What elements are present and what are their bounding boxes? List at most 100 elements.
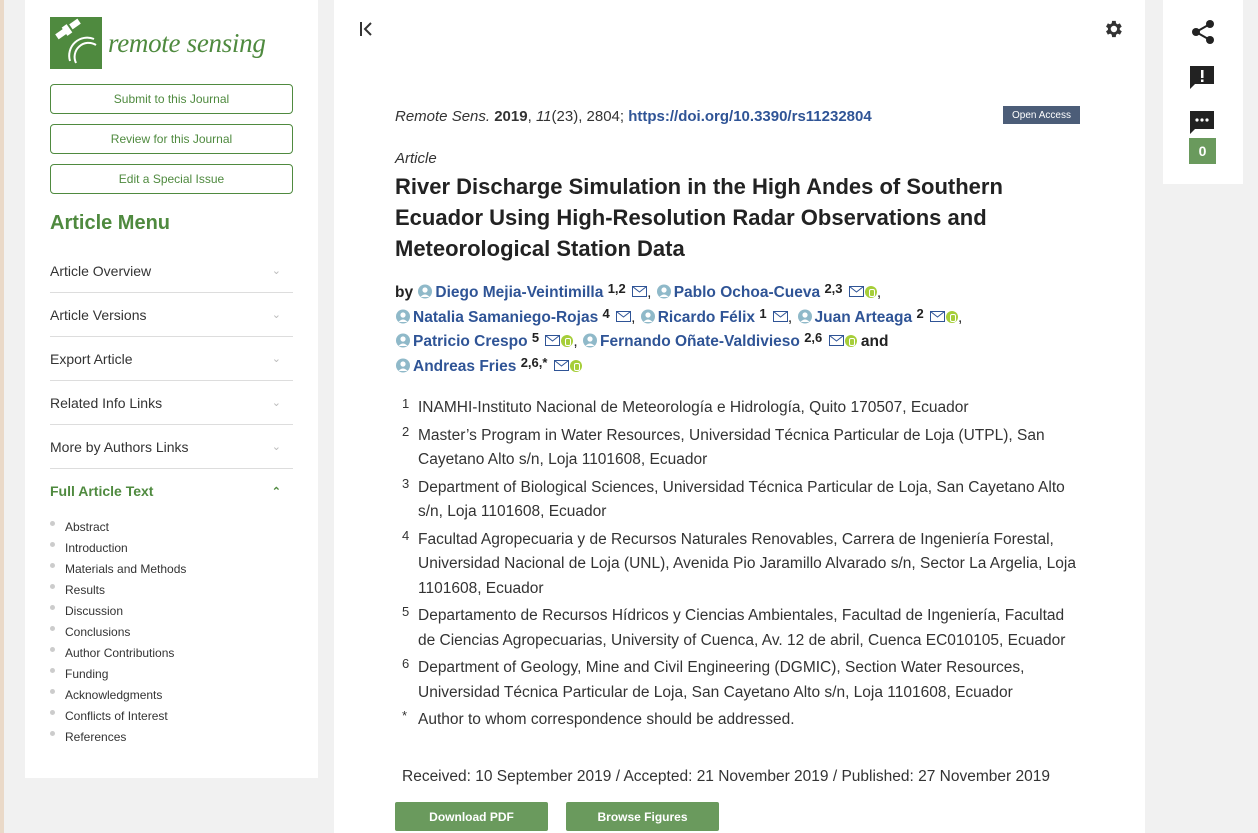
edit-special-issue-button[interactable]: Edit a Special Issue: [50, 164, 293, 194]
author-affil-sup: 5: [531, 330, 540, 345]
affiliation-number: 4: [402, 527, 410, 543]
section-label: Abstract: [65, 519, 110, 534]
email-icon[interactable]: [553, 359, 569, 371]
author[interactable]: Pablo Ochoa-Cueva: [656, 284, 820, 301]
affiliation: * Author to whom correspondence should be…: [395, 708, 1085, 733]
author[interactable]: Ricardo Félix: [640, 309, 755, 326]
menu-item-label: Article Versions: [50, 306, 147, 323]
affiliation-number: 1: [402, 396, 410, 411]
article-title: River Discharge Simulation in the High A…: [395, 174, 1003, 261]
section-link[interactable]: Conflicts of Interest: [50, 705, 293, 726]
affiliation-number: 3: [402, 475, 410, 491]
email-icon[interactable]: [632, 286, 648, 297]
section-link[interactable]: Discussion: [50, 600, 293, 621]
chevron-down-icon: ⌄: [271, 397, 281, 409]
comment-count-badge[interactable]: 0: [1189, 138, 1216, 164]
orcid-icon[interactable]: [864, 286, 877, 298]
chevron-down-icon: ⌄: [271, 441, 281, 453]
submit-journal-button[interactable]: Submit to this Journal: [50, 84, 293, 114]
doi-link[interactable]: https://doi.org/10.3390/rs11232804: [628, 108, 871, 125]
menu-export-article[interactable]: Export Article ⌄: [50, 337, 293, 381]
chevron-down-icon: ⌄: [271, 265, 281, 277]
author-name: Diego Mejia-Veintimilla: [435, 284, 604, 301]
menu-article-versions[interactable]: Article Versions ⌄: [50, 293, 293, 337]
author-profile-icon: [418, 284, 433, 299]
section-link[interactable]: Funding: [50, 663, 293, 684]
email-icon[interactable]: [930, 310, 945, 322]
author-name: Juan Arteaga: [814, 308, 913, 326]
author-name: Ricardo Félix: [657, 308, 756, 326]
author[interactable]: Diego Mejia-Veintimilla: [417, 284, 603, 301]
author[interactable]: Juan Arteaga: [797, 308, 913, 326]
section-label: Conflicts of Interest: [65, 708, 168, 723]
journal-logo[interactable]: remote sensing: [50, 17, 266, 69]
author[interactable]: Patricio Crespo: [395, 333, 528, 350]
menu-article-overview[interactable]: Article Overview ⌄: [50, 249, 293, 293]
author-profile-icon: [396, 309, 410, 323]
affiliation: 1 INAMHI-Instituto Nacional de Meteorolog…: [395, 396, 1085, 421]
section-link[interactable]: Introduction: [50, 537, 293, 558]
section-link[interactable]: Materials and Methods: [50, 558, 293, 579]
review-journal-button[interactable]: Review for this Journal: [50, 124, 293, 154]
affiliation: 5 Departamento de Recursos Hídricos y Cie…: [395, 604, 1085, 653]
author-list: by Diego Mejia-Veintimilla 1,2 , Pablo O…: [395, 281, 963, 375]
satellite-logo-icon: [50, 17, 102, 69]
author[interactable]: Natalia Samaniego-Rojas: [395, 309, 598, 326]
menu-full-article-text[interactable]: Full Article Text ⌃: [50, 469, 293, 513]
browse-figures-button[interactable]: Browse Figures: [566, 802, 719, 831]
download-pdf-button[interactable]: Download PDF: [395, 802, 548, 831]
affiliation: 2 Master’s Program in Water Resources, Un…: [395, 424, 1085, 473]
email-icon[interactable]: [828, 335, 844, 346]
article-menu-title: Article Menu: [50, 212, 171, 234]
email-icon[interactable]: [772, 310, 788, 322]
section-link[interactable]: Results: [50, 579, 293, 600]
chevron-up-icon: ⌃: [271, 485, 281, 498]
section-label: Introduction: [65, 540, 128, 555]
section-label: Discussion: [65, 603, 124, 618]
email-icon[interactable]: [848, 286, 864, 297]
section-link[interactable]: Abstract: [50, 516, 293, 537]
gear-icon[interactable]: [1102, 18, 1124, 40]
affiliation: 3 Department of Biological Sciences, Univ…: [395, 476, 1085, 525]
chevron-down-icon: ⌄: [271, 353, 281, 365]
bullet-icon: [50, 542, 55, 547]
article-type: Article: [395, 150, 437, 167]
author-affil-sup: 2,3: [824, 281, 843, 296]
author[interactable]: Fernando Oñate-Valdivieso: [582, 333, 800, 350]
affiliation-text: Departamento de Recursos Hídricos y Cien…: [418, 607, 1066, 649]
section-label: References: [65, 729, 127, 744]
author-profile-icon: [640, 309, 655, 323]
section-link[interactable]: Conclusions: [50, 621, 293, 642]
comment-icon[interactable]: [1189, 110, 1215, 135]
section-link[interactable]: Acknowledgments: [50, 684, 293, 705]
bullet-icon: [50, 563, 55, 568]
section-link[interactable]: Author Contributions: [50, 642, 293, 663]
menu-related-info-links[interactable]: Related Info Links ⌄: [50, 381, 293, 425]
article-main: Remote Sens. 2019, 11(23), 2804; https:/…: [334, 0, 1145, 833]
author-affil-sup: 1: [759, 305, 767, 321]
bullet-icon: [50, 647, 55, 652]
email-icon[interactable]: [616, 310, 632, 322]
affiliation-number: *: [402, 708, 408, 723]
chevron-down-icon: ⌄: [271, 309, 281, 321]
feedback-icon[interactable]: [1189, 65, 1215, 90]
bullet-icon: [50, 626, 55, 631]
orcid-icon[interactable]: [561, 335, 574, 347]
orcid-icon[interactable]: [844, 335, 857, 347]
publication-dates: Received: 10 September 2019 / Accepted: …: [402, 768, 1050, 785]
menu-item-label: Related Info Links: [50, 394, 163, 411]
orcid-icon[interactable]: [569, 359, 582, 372]
menu-more-by-authors[interactable]: More by Authors Links ⌄: [50, 425, 293, 469]
left-sidebar: remote sensing Submit to this Journal Re…: [25, 0, 318, 778]
section-link[interactable]: References: [50, 726, 293, 747]
author[interactable]: Andreas Fries: [395, 358, 516, 375]
affiliation: 6 Department of Geology, Mine and Civil E…: [395, 656, 1085, 705]
citation-issue: (23), 2804;: [551, 108, 625, 125]
author-profile-icon: [396, 358, 410, 372]
orcid-icon[interactable]: [946, 310, 958, 323]
and-label: and: [860, 333, 889, 350]
email-icon[interactable]: [545, 335, 561, 346]
page-edge: [0, 0, 4, 833]
collapse-sidebar-icon[interactable]: [358, 19, 376, 39]
share-icon[interactable]: [1190, 19, 1216, 45]
